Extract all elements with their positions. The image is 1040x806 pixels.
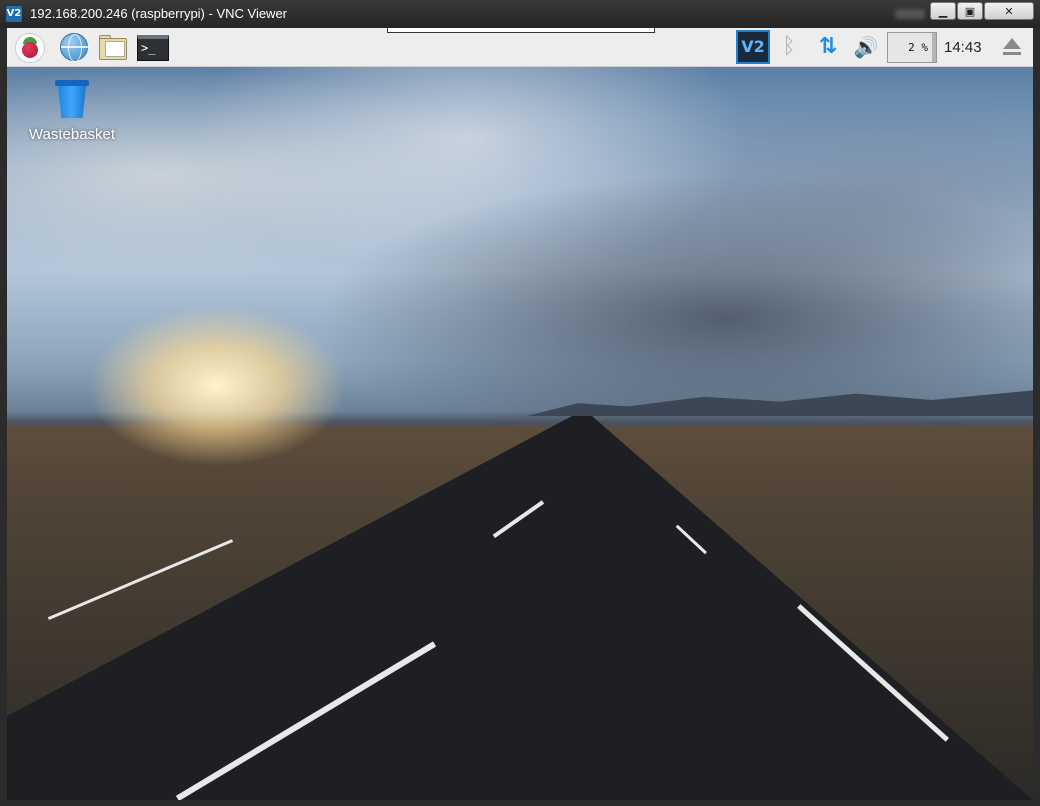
sun-glow	[87, 306, 347, 466]
cpu-monitor[interactable]: 2 %	[887, 32, 937, 63]
file-manager-icon[interactable]	[97, 32, 129, 64]
cpu-usage-text: 2 %	[908, 41, 928, 54]
maximize-button[interactable]: ▣	[957, 2, 983, 20]
top-panel: >_ V2 ᛒ ⇅ 🔊 2 % 14:43	[7, 28, 1033, 67]
lane-marking	[47, 539, 234, 620]
vnc-viewer-window: V2 192.168.200.246 (raspberrypi) - VNC V…	[0, 0, 1040, 806]
title-bar-obscured-area	[895, 9, 925, 19]
volume-icon[interactable]: 🔊	[852, 33, 880, 61]
web-browser-icon[interactable]	[59, 32, 91, 64]
desktop-icon-label: Wastebasket	[28, 126, 116, 143]
remote-desktop[interactable]: >_ V2 ᛒ ⇅ 🔊 2 % 14:43 Wastebasket	[7, 28, 1033, 800]
title-bar[interactable]: V2 192.168.200.246 (raspberrypi) - VNC V…	[0, 0, 1040, 28]
terminal-prompt-glyph: >_	[137, 35, 169, 61]
panel-center-marker	[387, 28, 655, 33]
network-icon[interactable]: ⇅	[815, 33, 841, 61]
vnc-app-icon: V2	[6, 6, 22, 22]
close-button[interactable]: ✕	[984, 2, 1034, 20]
minimize-button[interactable]: ▁	[930, 2, 956, 20]
desktop-icon-wastebasket[interactable]: Wastebasket	[17, 80, 127, 150]
clock[interactable]: 14:43	[944, 39, 982, 56]
desktop-wallpaper[interactable]	[7, 66, 1033, 800]
bluetooth-icon[interactable]: ᛒ	[780, 34, 798, 60]
window-title: 192.168.200.246 (raspberrypi) - VNC View…	[30, 6, 288, 21]
vnc-server-tray-icon[interactable]: V2	[736, 30, 770, 64]
eject-icon[interactable]	[1002, 36, 1022, 58]
road	[7, 416, 1033, 800]
trash-icon	[55, 80, 89, 120]
terminal-icon[interactable]: >_	[137, 32, 169, 64]
raspberry-menu-icon[interactable]	[14, 32, 46, 64]
